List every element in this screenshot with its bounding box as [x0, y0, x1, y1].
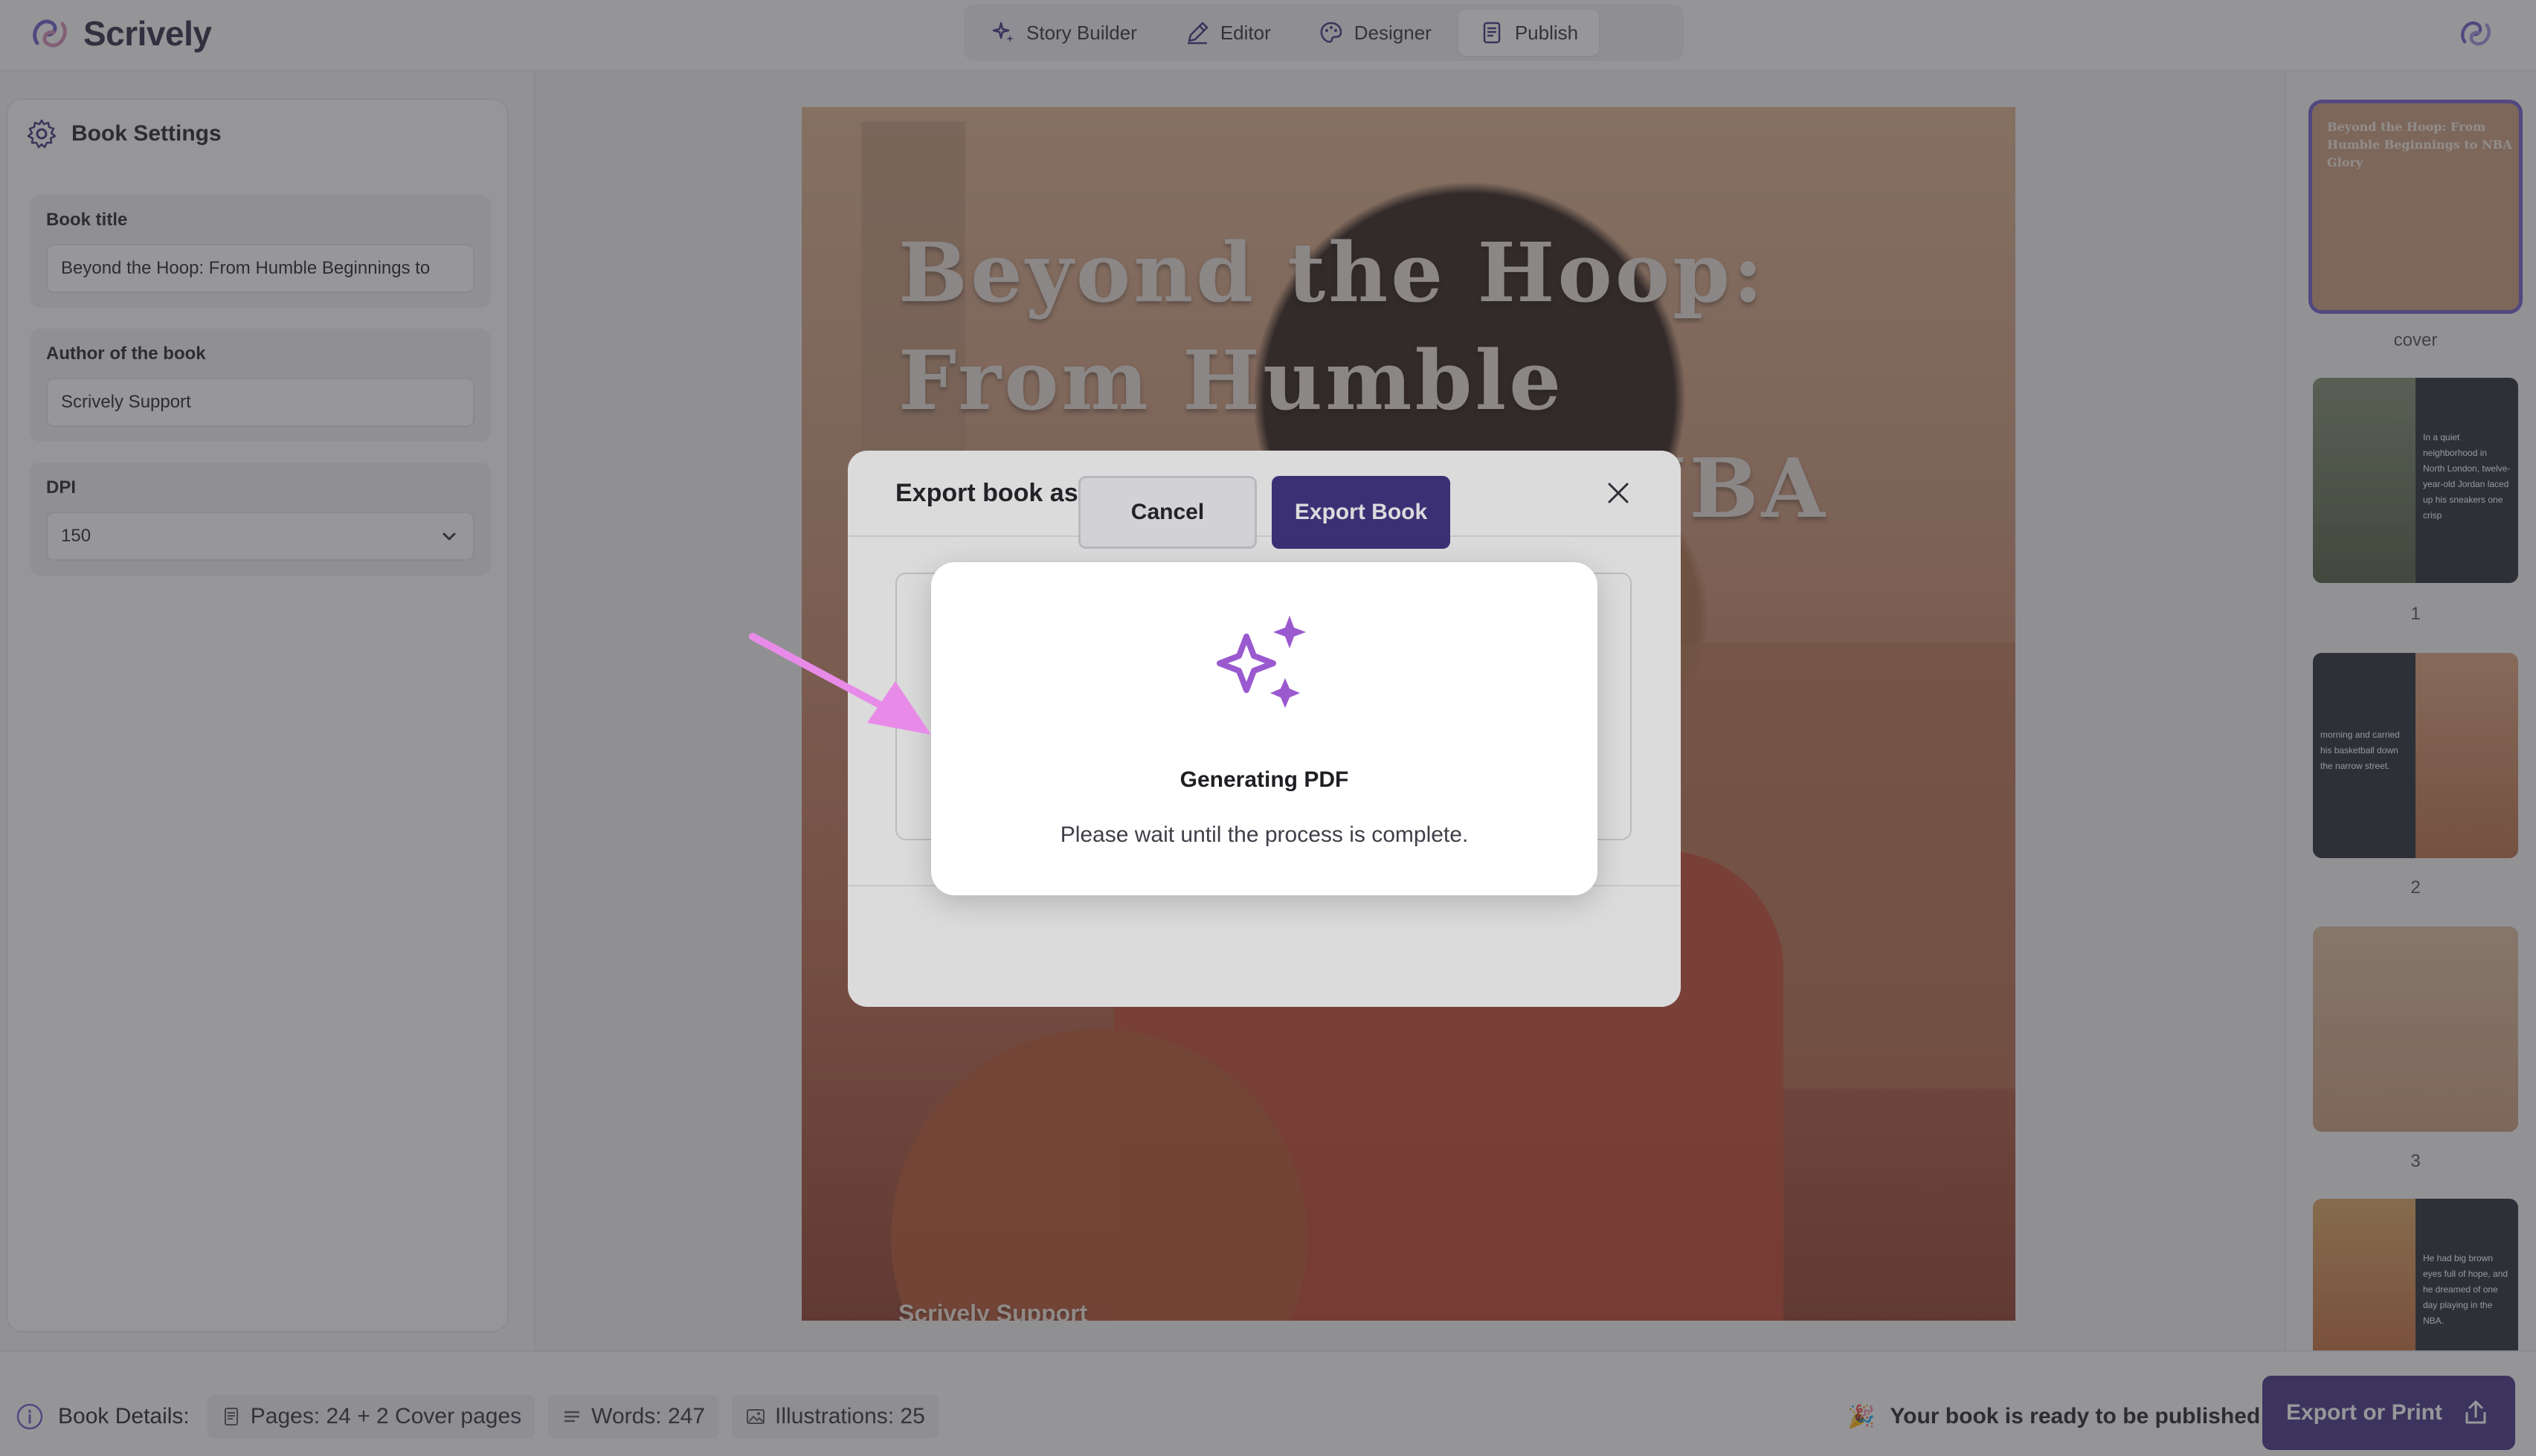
progress-message: Please wait until the process is complet…: [1060, 822, 1469, 847]
progress-title: Generating PDF: [1180, 767, 1349, 792]
pointer-arrow-icon: [749, 633, 931, 735]
sparkles-icon: [1217, 616, 1306, 708]
generating-pdf-popup: Generating PDF Please wait until the pro…: [931, 562, 1597, 895]
